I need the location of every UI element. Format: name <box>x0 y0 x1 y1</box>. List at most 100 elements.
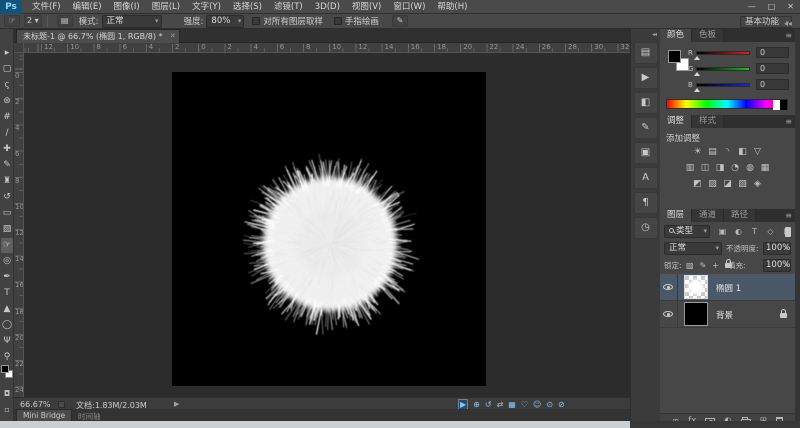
zoom-tool[interactable]: ⚲ <box>1 350 13 365</box>
quick-mask-button[interactable]: ◘ <box>1 388 13 400</box>
hue-saturation-icon[interactable]: ▥ <box>683 160 698 176</box>
adjustments-panel-menu-icon[interactable]: ≡ <box>785 117 792 126</box>
menu-3d[interactable]: 3D(D) <box>309 0 346 14</box>
document-tab[interactable]: 未标题-1 @ 66.7% (椭圆 1, RGB/8) * ✕ <box>16 29 180 43</box>
brightness-contrast-icon[interactable]: ☀ <box>690 144 705 160</box>
channel-slider[interactable] <box>696 67 750 71</box>
healing-brush-tool[interactable]: ✚ <box>1 142 13 157</box>
photo-filter-icon[interactable]: ◔ <box>728 160 743 176</box>
tab-图层[interactable]: 图层 <box>660 209 692 222</box>
blend-mode-dropdown[interactable]: 正常 <box>664 242 722 255</box>
channel-mixer-icon[interactable]: ◍ <box>743 160 758 176</box>
minibridge-tab[interactable]: Mini Bridge <box>16 409 72 421</box>
gradient-map-icon[interactable]: ▧ <box>735 176 750 192</box>
crop-tool[interactable]: # <box>1 110 13 125</box>
channel-slider[interactable] <box>696 51 750 55</box>
tablet-pressure-icon[interactable]: ✎ <box>392 15 408 27</box>
restore-button[interactable]: □ <box>768 0 776 13</box>
tab-调整[interactable]: 调整 <box>660 115 692 128</box>
color-spectrum-ramp[interactable] <box>666 99 788 109</box>
close-tab-icon[interactable]: ✕ <box>170 30 176 43</box>
layer-thumbnail[interactable] <box>684 275 708 299</box>
zoom-level-field[interactable]: 66.67% <box>20 400 51 409</box>
status-options-arrow[interactable]: ▶ <box>174 400 179 408</box>
tab-色板[interactable]: 色板 <box>692 29 724 42</box>
menu-type[interactable]: 文字(Y) <box>186 0 227 14</box>
channel-value-field[interactable]: 0 <box>756 47 789 58</box>
quick-selection-tool[interactable]: ⊛ <box>1 94 13 109</box>
timeline-panel-icon[interactable]: ◷ <box>634 217 658 239</box>
clone-stamp-tool[interactable]: ♜ <box>1 174 13 189</box>
threshold-icon[interactable]: ◪ <box>720 176 735 192</box>
ellipse-shape-tool[interactable]: ◯ <box>1 318 13 333</box>
hand-tool[interactable]: Ψ <box>1 334 13 349</box>
actions-panel-icon[interactable]: ▶ <box>634 67 658 89</box>
menu-layer[interactable]: 图层(L) <box>146 0 186 14</box>
eyedropper-tool[interactable]: ∕ <box>1 126 13 141</box>
levels-icon[interactable]: ▤ <box>705 144 720 160</box>
tab-通道[interactable]: 通道 <box>692 209 724 222</box>
history-brush-tool[interactable]: ↺ <box>1 190 13 205</box>
exposure-icon[interactable]: ◧ <box>735 144 750 160</box>
slider-knob-icon[interactable] <box>694 88 700 92</box>
collapse-panels-icon[interactable]: ◂◂ <box>784 19 792 28</box>
menu-select[interactable]: 选择(S) <box>227 0 268 14</box>
eraser-tool[interactable]: ▭ <box>1 206 13 221</box>
character-panel-icon[interactable]: A <box>634 167 658 189</box>
foreground-color-swatch[interactable] <box>668 50 681 63</box>
brush-tool[interactable]: ✎ <box>1 158 13 173</box>
tab-路径[interactable]: 路径 <box>724 209 756 222</box>
close-button[interactable]: ✕ <box>787 0 794 13</box>
minimize-button[interactable]: — <box>748 0 756 13</box>
shape-filter-icon[interactable]: ◇ <box>764 226 777 238</box>
foreground-color-swatch[interactable] <box>1 365 9 373</box>
tab-颜色[interactable]: 颜色 <box>660 29 692 42</box>
sample-all-layers-checkbox[interactable] <box>252 17 260 25</box>
collapse-dock-icon[interactable]: ◂◂ <box>652 31 656 38</box>
curves-icon[interactable]: ◝ <box>720 144 735 160</box>
type-tool[interactable]: T <box>1 286 13 301</box>
layer-row-ellipse-1[interactable]: 椭圆 1 <box>660 274 795 301</box>
dodge-tool[interactable]: ◎ <box>1 254 13 269</box>
visibility-toggle[interactable] <box>660 301 678 328</box>
slider-knob-icon[interactable] <box>694 72 700 76</box>
black-white-icon[interactable]: ◨ <box>713 160 728 176</box>
brush-panel-toggle-icon[interactable]: ▤ <box>57 15 73 27</box>
marquee-tool[interactable]: ▢ <box>1 62 13 77</box>
brush-panel-panel-icon[interactable]: ✎ <box>634 117 658 139</box>
layers-panel-menu-icon[interactable]: ≡ <box>785 211 792 220</box>
move-tool[interactable]: ▸ <box>1 46 13 61</box>
tab-样式[interactable]: 样式 <box>692 115 724 128</box>
smudge-tool[interactable]: ☞ <box>1 238 13 253</box>
menu-edit[interactable]: 编辑(E) <box>67 0 108 14</box>
channel-value-field[interactable]: 0 <box>756 63 789 74</box>
color-lookup-icon[interactable]: ▦ <box>758 160 773 176</box>
menu-window[interactable]: 窗口(W) <box>387 0 431 14</box>
menu-view[interactable]: 视图(V) <box>346 0 387 14</box>
path-selection-tool[interactable]: ▲ <box>1 302 13 317</box>
lasso-tool[interactable]: ς <box>1 78 13 93</box>
tool-preset-icon[interactable]: ☞ <box>4 15 20 27</box>
layer-thumbnail[interactable] <box>684 302 708 326</box>
black-swatch[interactable] <box>780 100 787 110</box>
type-filter-icon[interactable]: T <box>748 226 761 238</box>
clone-source-panel-icon[interactable]: ▣ <box>634 142 658 164</box>
posterize-icon[interactable]: ▨ <box>705 176 720 192</box>
color-panel-menu-icon[interactable]: ≡ <box>785 31 792 40</box>
selective-color-icon[interactable]: ◈ <box>750 176 765 192</box>
channel-slider[interactable] <box>696 83 750 87</box>
properties-panel-icon[interactable]: ◧ <box>634 92 658 114</box>
pen-tool[interactable]: ✒ <box>1 270 13 285</box>
gradient-tool[interactable]: ▧ <box>1 222 13 237</box>
lock-position-icon[interactable]: + <box>712 261 719 270</box>
pixel-filter-icon[interactable]: ▣ <box>716 226 729 238</box>
channel-value-field[interactable]: 0 <box>756 79 789 90</box>
menu-filter[interactable]: 滤镜(T) <box>268 0 309 14</box>
layer-row-background[interactable]: 背景 <box>660 301 795 328</box>
menu-image[interactable]: 图像(I) <box>108 0 146 14</box>
finger-painting-checkbox[interactable] <box>334 17 342 25</box>
menu-file[interactable]: 文件(F) <box>26 0 67 14</box>
paragraph-panel-icon[interactable]: ¶ <box>634 192 658 214</box>
white-swatch[interactable] <box>773 100 780 110</box>
screen-mode-button[interactable]: ▫ <box>1 404 13 416</box>
